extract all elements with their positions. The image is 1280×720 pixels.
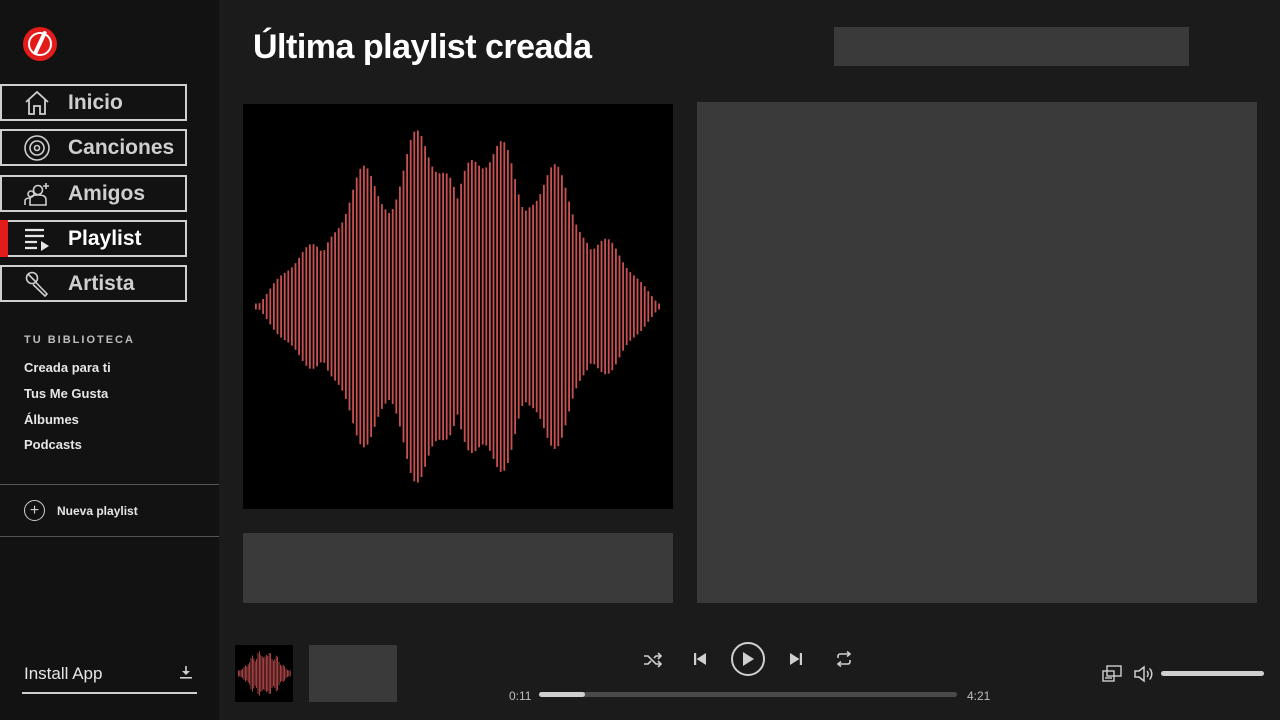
playlist-cover-image[interactable] [243, 104, 673, 509]
nav-label-amigos: Amigos [68, 181, 146, 205]
nav-label-canciones: Canciones [68, 135, 175, 159]
playlist-tracks-panel [697, 102, 1257, 603]
nav-label-artista: Artista [68, 271, 135, 295]
playlist-icon [22, 224, 52, 254]
volume-button[interactable] [1133, 664, 1155, 684]
previous-button[interactable] [692, 650, 708, 668]
install-app-button[interactable]: Install App [22, 656, 197, 694]
play-icon [743, 652, 754, 666]
devices-icon [1102, 665, 1122, 682]
sidebar-divider [0, 536, 219, 537]
active-indicator [0, 220, 8, 257]
next-button[interactable] [788, 650, 804, 668]
install-app-label: Install App [24, 664, 103, 683]
home-icon [22, 88, 52, 118]
library-item-tus-me-gusta[interactable]: Tus Me Gusta [24, 386, 108, 401]
progress-bar[interactable] [539, 692, 957, 697]
sidebar: Inicio Canciones Amigos Playlist Artista… [0, 0, 219, 720]
waveform-thumbnail [238, 651, 291, 696]
nav-label-inicio: Inicio [68, 90, 123, 114]
playlist-info-panel [243, 533, 673, 603]
new-playlist-button[interactable]: + Nueva playlist [24, 500, 138, 521]
shuffle-button[interactable] [642, 650, 664, 670]
app-logo-icon[interactable] [23, 27, 57, 61]
nav-item-inicio[interactable]: Inicio [0, 84, 187, 121]
download-icon [179, 665, 193, 684]
sidebar-divider [0, 484, 219, 485]
now-playing-artwork[interactable] [235, 645, 293, 702]
nav-item-canciones[interactable]: Canciones [0, 129, 187, 166]
nav-item-artista[interactable]: Artista [0, 265, 187, 302]
volume-slider[interactable] [1161, 671, 1264, 676]
page-title: Última playlist creada [253, 28, 592, 66]
play-button[interactable] [731, 642, 765, 676]
nav-label-playlist: Playlist [68, 226, 142, 250]
volume-fill [1161, 671, 1264, 676]
now-playing-info [309, 645, 397, 702]
volume-icon [1134, 665, 1153, 683]
nav-item-playlist[interactable]: Playlist [0, 220, 187, 257]
library-item-albumes[interactable]: Álbumes [24, 412, 79, 427]
previous-icon [694, 653, 706, 665]
add-friend-icon [22, 179, 52, 209]
library-item-podcasts[interactable]: Podcasts [24, 437, 82, 452]
nav-item-amigos[interactable]: Amigos [0, 175, 187, 212]
waveform-artwork [255, 130, 660, 483]
disc-icon [22, 133, 52, 163]
total-duration: 4:21 [967, 689, 991, 703]
repeat-icon [836, 651, 852, 667]
elapsed-time: 0:11 [509, 689, 532, 703]
shuffle-icon [644, 652, 663, 668]
library-title: TU BIBLIOTECA [24, 334, 135, 346]
microphone-icon [22, 269, 52, 299]
new-playlist-label: Nueva playlist [57, 503, 138, 518]
plus-circle-icon: + [24, 500, 45, 521]
devices-button[interactable] [1101, 664, 1123, 684]
progress-fill [539, 692, 585, 697]
next-icon [790, 653, 802, 665]
search-input[interactable] [834, 27, 1189, 66]
repeat-button[interactable] [834, 650, 854, 668]
library-item-creada-para-ti[interactable]: Creada para ti [24, 360, 111, 375]
